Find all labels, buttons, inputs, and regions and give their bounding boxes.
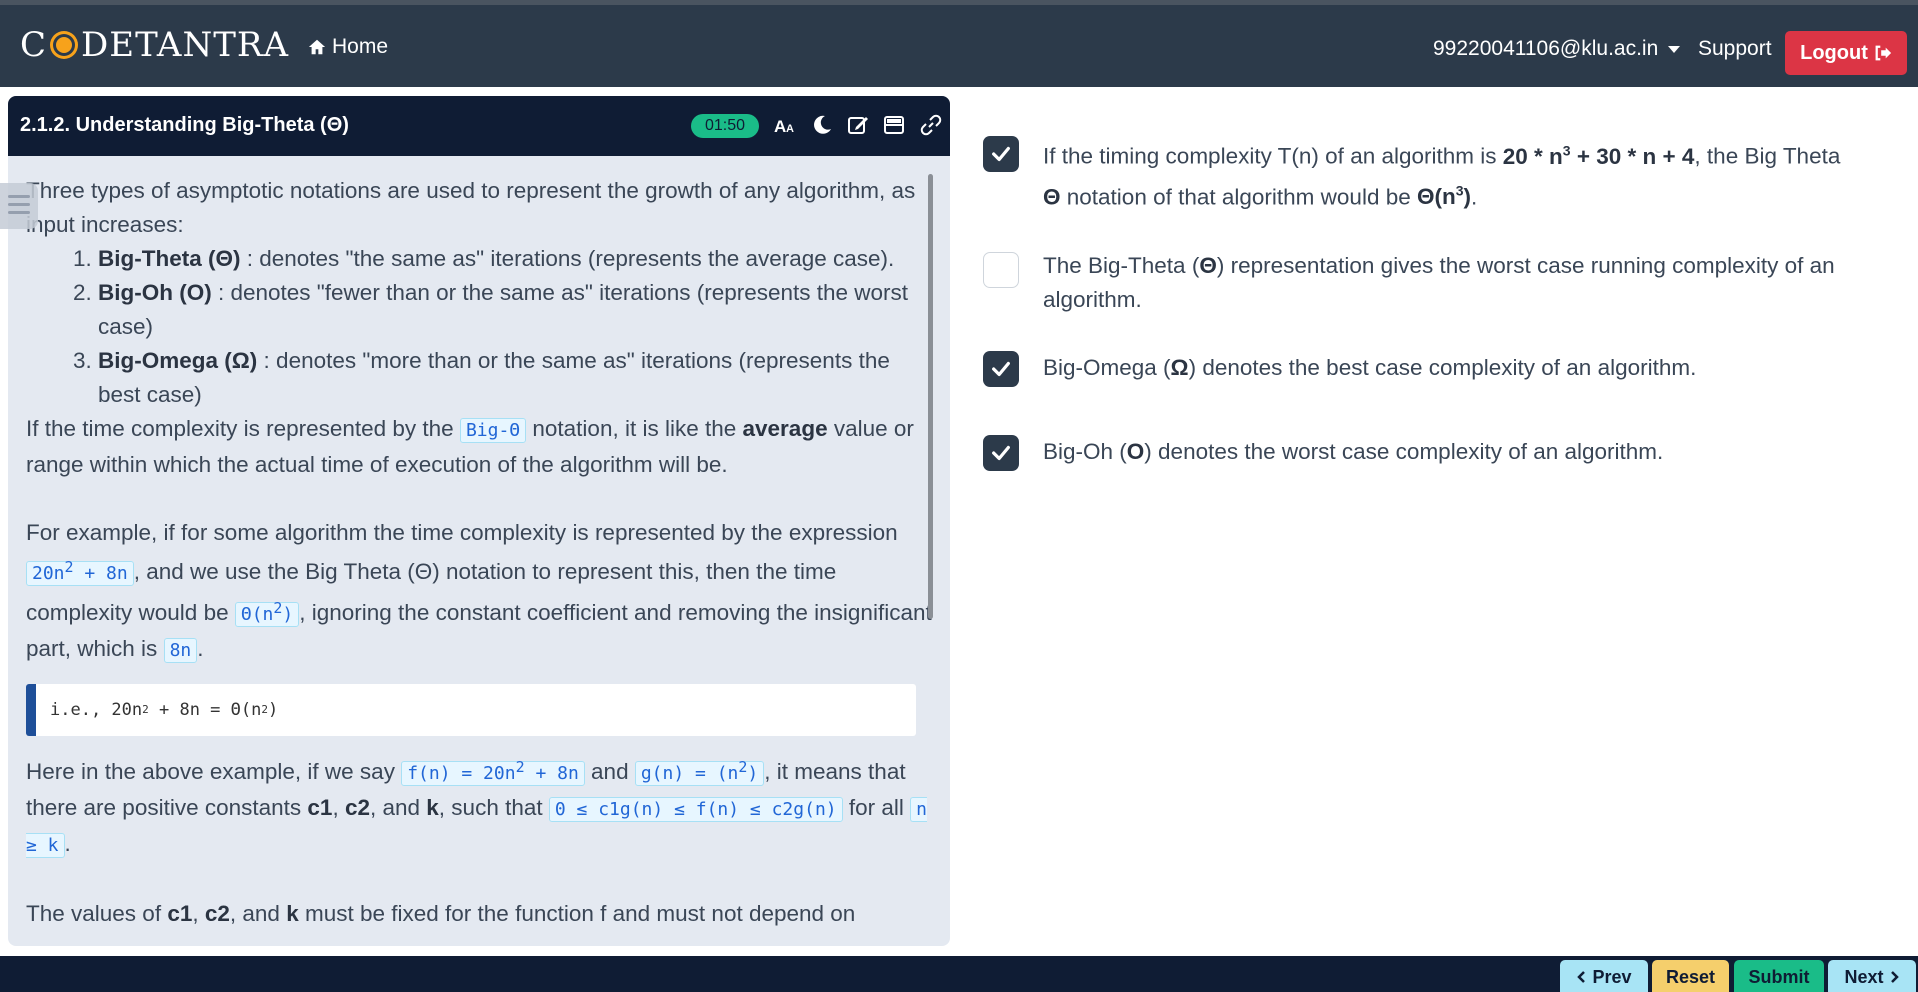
inline-code: 8n	[163, 638, 198, 663]
list-item: Big-Omega (Ω) : denotes "more than or th…	[98, 344, 936, 412]
user-email: 99220041106@klu.ac.in	[1433, 37, 1659, 60]
home-label: Home	[332, 35, 389, 58]
option-4[interactable]: Big-Oh (O) denotes the worst case comple…	[983, 435, 1663, 471]
check-icon	[992, 445, 1010, 461]
check-icon	[992, 146, 1010, 162]
example-paragraph: For example, if for some algorithm the t…	[26, 516, 936, 668]
bold-text: average	[742, 416, 828, 441]
values-paragraph: The values of c1, c2, and k must be fixe…	[26, 901, 856, 926]
logout-label: Logout	[1800, 41, 1868, 64]
logo-letter-c: C	[20, 25, 48, 65]
submit-button[interactable]: Submit	[1734, 960, 1824, 992]
text: If the time complexity is represented by…	[26, 416, 460, 441]
option-checkbox[interactable]	[983, 435, 1019, 471]
font-size-icon[interactable]: AA	[773, 113, 797, 137]
option-checkbox[interactable]	[983, 252, 1019, 288]
support-link[interactable]: Support	[1698, 37, 1772, 61]
option-checkbox[interactable]	[983, 136, 1019, 172]
notation-name: Big-Theta (Θ)	[98, 246, 241, 271]
check-icon	[992, 361, 1010, 377]
lesson-content: Three types of asymptotic notations are …	[26, 174, 936, 931]
code-block: i.e., 20n 2 + 8n = Θ(n 2)	[26, 684, 916, 736]
list-item: Big-Oh (O) : denotes "fewer than or the …	[98, 276, 936, 344]
lesson-panel: 2.1.2. Understanding Big-Theta (Θ) 01:50…	[8, 96, 950, 946]
home-link[interactable]: Home	[308, 35, 388, 59]
text: Here in the above example, if we say	[26, 759, 402, 784]
home-icon	[308, 39, 326, 55]
sun-logo-icon	[49, 30, 79, 60]
lesson-header: 2.1.2. Understanding Big-Theta (Θ) 01:50…	[8, 96, 950, 156]
option-1[interactable]: If the timing complexity T(n) of an algo…	[983, 136, 1840, 209]
edit-icon[interactable]	[846, 113, 870, 137]
average-paragraph: If the time complexity is represented by…	[26, 412, 936, 482]
notation-list: Big-Theta (Θ) : denotes "the same as" it…	[98, 242, 936, 412]
option-checkbox[interactable]	[983, 351, 1019, 387]
notation-desc: : denotes "the same as" iterations (repr…	[240, 246, 895, 271]
user-dropdown[interactable]: 99220041106@klu.ac.in	[1433, 37, 1681, 61]
layout-icon[interactable]	[882, 113, 906, 137]
inline-code: g(n) = (n2)	[634, 758, 765, 786]
option-text: The Big-Theta (Θ) representation gives t…	[1043, 253, 1835, 312]
intro-paragraph: Three types of asymptotic notations are …	[26, 178, 916, 237]
content-scrollbar[interactable]	[928, 174, 933, 619]
inline-code: f(n) = 20n2 + 8n	[401, 758, 585, 786]
inline-code: 20n2 + 8n	[26, 558, 134, 586]
next-button[interactable]: Next	[1828, 960, 1916, 992]
logo-text: DETANTRA	[81, 25, 290, 65]
prev-button[interactable]: Prev	[1560, 960, 1648, 992]
logout-button[interactable]: Logout	[1785, 31, 1907, 75]
constants-paragraph: Here in the above example, if we say f(n…	[26, 758, 927, 858]
next-label: Next	[1844, 966, 1884, 987]
option-text: If the timing complexity T(n) of an algo…	[1043, 142, 1841, 209]
list-icon[interactable]	[0, 183, 38, 229]
chevron-right-icon	[1890, 971, 1899, 983]
chevron-left-icon	[1577, 971, 1586, 983]
text: .	[197, 636, 204, 661]
caret-down-icon	[1668, 45, 1681, 53]
option-text: Big-Omega (Ω) denotes the best case comp…	[1043, 355, 1697, 380]
text: notation, it is like the	[526, 416, 743, 441]
text: and	[584, 759, 635, 784]
inline-code: Θ(n2)	[234, 599, 300, 627]
logout-icon	[1875, 45, 1891, 61]
notation-desc: : denotes "fewer than or the same as" it…	[98, 280, 909, 339]
moon-icon[interactable]	[810, 113, 834, 137]
svg-text:A: A	[774, 117, 786, 136]
text: For example, if for some algorithm the t…	[26, 520, 898, 545]
inline-code: Big-Θ	[459, 418, 527, 443]
option-2[interactable]: The Big-Theta (Θ) representation gives t…	[983, 252, 1835, 312]
navbar: C DETANTRA Home 99220041106@klu.ac.in Su…	[0, 5, 1918, 87]
notation-name: Big-Omega (Ω)	[98, 348, 258, 373]
inline-code: 0 ≤ c1g(n) ≤ f(n) ≤ c2g(n)	[548, 797, 843, 822]
reset-button[interactable]: Reset	[1652, 960, 1729, 992]
svg-text:A: A	[786, 123, 794, 135]
link-icon[interactable]	[919, 113, 943, 137]
notation-name: Big-Oh (O)	[98, 280, 212, 305]
lesson-title: 2.1.2. Understanding Big-Theta (Θ)	[20, 114, 349, 136]
option-text: Big-Oh (O) denotes the worst case comple…	[1043, 439, 1664, 464]
option-3[interactable]: Big-Omega (Ω) denotes the best case comp…	[983, 351, 1696, 387]
timer-badge: 01:50	[691, 114, 759, 138]
list-item: Big-Theta (Θ) : denotes "the same as" it…	[98, 242, 936, 276]
prev-label: Prev	[1592, 966, 1632, 987]
codetantra-logo[interactable]: C DETANTRA	[20, 25, 289, 65]
